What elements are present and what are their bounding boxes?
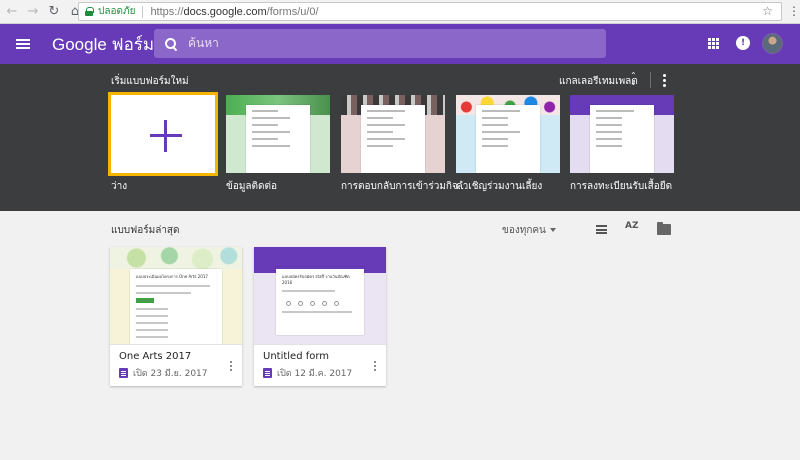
form-card-untitled[interactable]: แบบสมัครรับสมัคร staff งานวันบัณฑิต 2016… bbox=[254, 247, 386, 386]
sort-az-icon[interactable]: AZ bbox=[625, 222, 639, 231]
bookmark-star-icon[interactable]: ☆ bbox=[762, 4, 773, 18]
template-party-invite[interactable] bbox=[456, 95, 560, 173]
url-path: /forms/u/0/ bbox=[266, 5, 319, 18]
apps-grid-icon[interactable] bbox=[708, 38, 719, 49]
thumb-card bbox=[476, 105, 540, 173]
browser-toolbar: ← → ↻ ⌂ ปลอดภัย https://docs.google.com/… bbox=[0, 0, 800, 24]
form-meta: เปิด 23 มี.ย. 2017 bbox=[119, 366, 208, 380]
template-label-blank: ว่าง bbox=[111, 181, 128, 192]
thumb-card bbox=[246, 105, 310, 173]
app-title[interactable]: Google ฟอร์ม bbox=[52, 31, 154, 58]
plus-icon bbox=[150, 120, 182, 152]
expand-collapse-icon[interactable]: ⌃ ⌄ bbox=[630, 72, 637, 87]
template-label-tshirt: การลงทะเบียนรับเสื้อยืด bbox=[570, 181, 673, 192]
template-contact-info[interactable] bbox=[226, 95, 330, 173]
form-title: Untitled form bbox=[263, 351, 330, 362]
search-icon[interactable] bbox=[165, 38, 176, 49]
thumb-card bbox=[361, 105, 425, 173]
template-label-contact: ข้อมูลติดต่อ bbox=[226, 181, 278, 192]
chevron-down-icon bbox=[549, 228, 556, 232]
url-text: https://docs.google.com/forms/u/0/ bbox=[150, 6, 318, 18]
secure-label: ปลอดภัย bbox=[98, 6, 136, 17]
owner-filter-dropdown[interactable]: ของทุกคน bbox=[502, 223, 556, 238]
gallery-title: เริ่มแบบฟอร์มใหม่ bbox=[111, 76, 189, 87]
thumb-card bbox=[590, 105, 654, 173]
search-input[interactable]: ค้นหา bbox=[154, 29, 606, 58]
notifications-icon[interactable]: ! bbox=[736, 36, 750, 50]
folder-icon[interactable] bbox=[657, 222, 671, 235]
list-view-icon[interactable] bbox=[596, 225, 607, 234]
lock-icon bbox=[85, 7, 94, 16]
thumb-form: แบบประเมินผลโครงการ One Arts 2017 bbox=[130, 269, 222, 344]
form-thumbnail: แบบประเมินผลโครงการ One Arts 2017 bbox=[110, 247, 242, 345]
avatar[interactable] bbox=[762, 33, 783, 54]
thumb-scale bbox=[286, 301, 354, 306]
search-placeholder: ค้นหา bbox=[188, 36, 219, 50]
form-meta: เปิด 12 มี.ค. 2017 bbox=[263, 366, 352, 380]
back-arrow-icon[interactable]: ← bbox=[3, 3, 21, 21]
template-blank[interactable] bbox=[108, 92, 218, 176]
form-icon bbox=[263, 368, 272, 378]
address-bar[interactable]: ปลอดภัย https://docs.google.com/forms/u/… bbox=[78, 2, 782, 21]
browser-menu-icon[interactable]: ⋮ bbox=[788, 4, 800, 18]
thumb-form-title: แบบสมัครรับสมัคร staff งานวันบัณฑิต 2016 bbox=[282, 274, 350, 285]
thumb-form: แบบสมัครรับสมัคร staff งานวันบัณฑิต 2016 bbox=[276, 267, 364, 335]
thumb-form-accent bbox=[276, 267, 364, 269]
form-opened-date: เปิด 12 มี.ค. 2017 bbox=[277, 369, 353, 379]
forward-arrow-icon[interactable]: → bbox=[24, 3, 42, 21]
gallery-more-icon[interactable] bbox=[663, 74, 666, 87]
url-prefix: https:// bbox=[150, 5, 184, 18]
main-menu-icon[interactable] bbox=[16, 39, 30, 49]
owner-filter-label: ของทุกคน bbox=[502, 225, 546, 236]
thumb-form-title: แบบประเมินผลโครงการ One Arts 2017 bbox=[136, 274, 208, 279]
thumb-button bbox=[136, 298, 154, 303]
address-divider bbox=[142, 5, 144, 18]
url-host: docs.google.com bbox=[183, 5, 267, 18]
template-gallery-button[interactable]: แกลเลอรีเทมเพลต bbox=[559, 74, 638, 89]
more-options-icon[interactable] bbox=[374, 361, 376, 371]
template-gallery: เริ่มแบบฟอร์มใหม่ แกลเลอรีเทมเพลต ⌃ ⌄ ว่า… bbox=[0, 64, 800, 211]
form-title: One Arts 2017 bbox=[119, 351, 192, 362]
template-label-rsvp: การตอบกลับการเข้าร่วมกิจ... bbox=[341, 181, 468, 192]
app-bar: Google ฟอร์ม ค้นหา ! bbox=[0, 24, 800, 64]
recent-forms-title: แบบฟอร์มล่าสุด bbox=[111, 225, 180, 236]
form-opened-date: เปิด 23 มี.ย. 2017 bbox=[133, 369, 208, 379]
thumb-header bbox=[110, 247, 242, 269]
template-label-party: คำเชิญร่วมงานเลี้ยง bbox=[456, 181, 543, 192]
more-options-icon[interactable] bbox=[230, 361, 232, 371]
form-thumbnail: แบบสมัครรับสมัคร staff งานวันบัณฑิต 2016 bbox=[254, 247, 386, 345]
reload-icon[interactable]: ↻ bbox=[45, 3, 63, 21]
gallery-divider bbox=[650, 72, 651, 88]
form-card-one-arts[interactable]: แบบประเมินผลโครงการ One Arts 2017 One Ar… bbox=[110, 247, 242, 386]
template-event-rsvp[interactable] bbox=[341, 95, 445, 173]
form-icon bbox=[119, 368, 128, 378]
template-tshirt-signup[interactable] bbox=[570, 95, 674, 173]
